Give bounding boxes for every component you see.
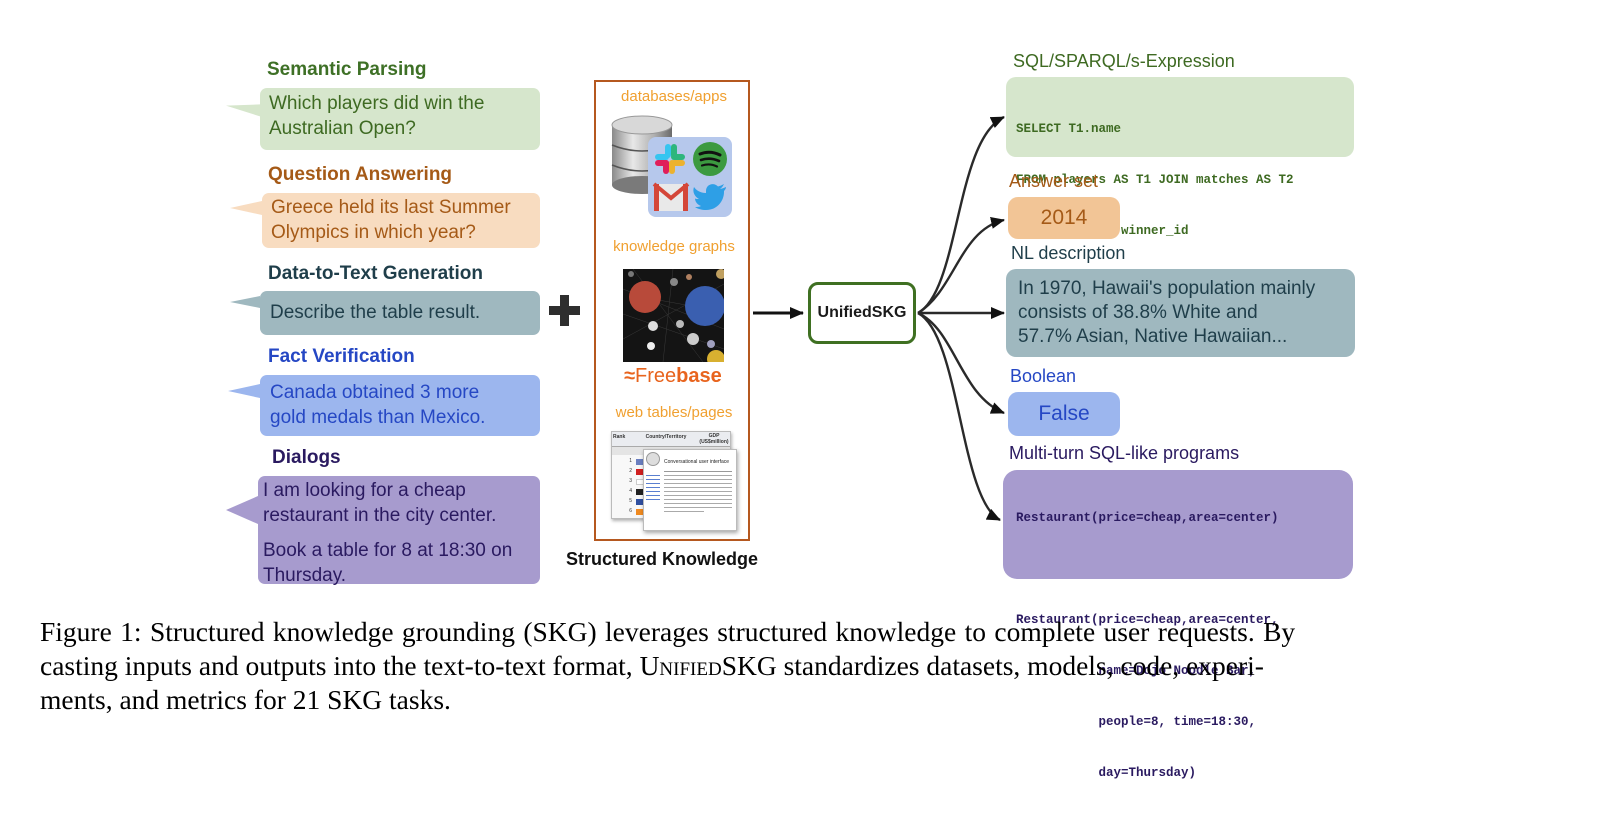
nl-line: In 1970, Hawaii's population mainly — [1018, 278, 1316, 299]
output-label-boolean: Boolean — [1010, 366, 1077, 386]
caption-unified-smallcaps: Unified — [639, 650, 722, 681]
model-label: UnifiedSKG — [817, 304, 907, 321]
figure-caption: Figure 1: Structured knowledge grounding… — [40, 615, 1570, 717]
nl-line: consists of 38.8% White and — [1018, 302, 1258, 323]
code-line: Restaurant(price=cheap,area=center) — [1016, 511, 1279, 525]
output-box-nl-description: In 1970, Hawaii's population mainly cons… — [1006, 269, 1355, 357]
nl-line: 57.7% Asian, Native Hawaiian... — [1018, 326, 1288, 347]
output-box-sql: SELECT T1.name FROM players AS T1 JOIN m… — [1006, 77, 1354, 289]
output-label-sql: SQL/SPARQL/s-Expression — [1013, 51, 1235, 71]
caption-skg: SKG — [721, 650, 777, 681]
output-arrow-sql — [917, 115, 1005, 315]
caption-line: ments, and metrics for 21 SKG tasks. — [40, 684, 451, 715]
answer-value: 2014 — [1040, 206, 1088, 229]
caption-text: standardizes datasets, models, code, exp… — [776, 650, 1264, 681]
arrows-layer — [753, 115, 1005, 522]
caption-line: Figure 1: Structured knowledge grounding… — [40, 616, 1296, 647]
output-arrow-multiturn — [917, 311, 1001, 522]
code-line: day=Thursday) — [1016, 766, 1197, 780]
output-box-multiturn: Restaurant(price=cheap,area=center) Rest… — [1003, 470, 1353, 780]
output-label-nl-description: NL description — [1011, 243, 1126, 263]
caption-text: casting inputs and outputs into the text… — [40, 650, 640, 681]
unifiedskg-model-box: UnifiedSKG — [808, 282, 916, 344]
output-box-answer-set: 2014 — [1008, 197, 1120, 239]
boolean-value: False — [1038, 402, 1090, 425]
output-label-answer-set: Answer set — [1009, 171, 1099, 191]
code-line: SELECT T1.name — [1016, 122, 1122, 136]
output-label-multiturn: Multi-turn SQL-like programs — [1009, 443, 1240, 463]
caption-line: casting inputs and outputs into the text… — [40, 649, 1570, 683]
output-box-boolean: False — [1008, 392, 1120, 436]
